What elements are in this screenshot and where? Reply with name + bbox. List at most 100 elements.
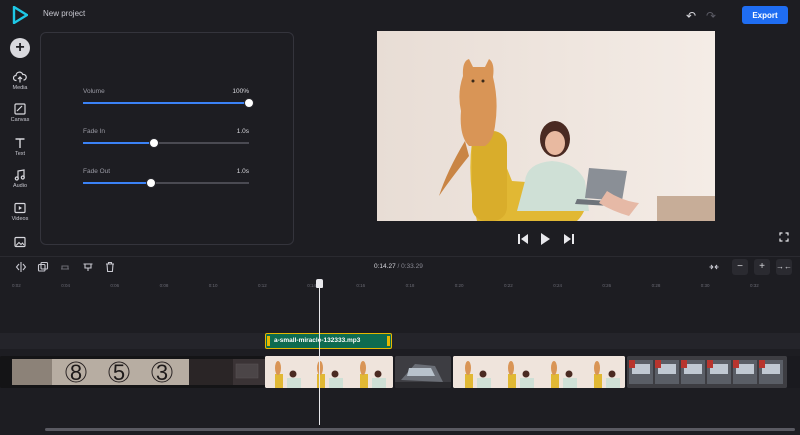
cloud-upload-icon xyxy=(13,71,27,83)
sidebar-item-media[interactable]: Media xyxy=(0,70,40,91)
sidebar-item-label: Canvas xyxy=(10,117,30,123)
sidebar-item-label: Text xyxy=(14,151,26,157)
preview-frame xyxy=(377,31,715,221)
thumbnail xyxy=(453,356,496,388)
timeline-tracks: a-small-miracle-132333.mp3 8 5 3 xyxy=(0,293,800,435)
thumbnail xyxy=(759,360,783,384)
sidebar-item-canvas[interactable]: Canvas xyxy=(0,102,40,123)
undo-icon[interactable]: ↶ xyxy=(686,9,696,23)
ruler-tick-label: 0:30 xyxy=(700,283,710,288)
volume-slider-handle[interactable] xyxy=(244,98,254,108)
volume-slider-fill xyxy=(83,102,249,104)
clip-trim-handle-right[interactable] xyxy=(387,336,390,346)
current-time: 0:14.27 xyxy=(374,263,396,270)
play-icon[interactable] xyxy=(539,232,551,246)
skip-back-icon[interactable] xyxy=(517,232,529,246)
sidebar-item-text[interactable]: Text xyxy=(0,136,40,157)
clip-trim-handle-left[interactable] xyxy=(267,336,270,346)
export-button[interactable]: Export xyxy=(742,6,788,24)
countdown-thumbnails: 8 5 3 xyxy=(12,359,265,385)
audio-settings-panel: Volume 100% Fade In 1.0s Fade Out 1.0s xyxy=(40,32,294,245)
timecode: 0:14.27 / 0:33.29 xyxy=(374,263,423,270)
volume-value: 100% xyxy=(232,88,249,95)
video-icon xyxy=(14,202,26,214)
video-preview[interactable] xyxy=(377,31,715,221)
fade-in-label: Fade In xyxy=(83,128,106,135)
sidebar-item-videos[interactable]: Videos xyxy=(0,201,40,222)
fade-in-slider-handle[interactable] xyxy=(149,138,160,148)
sidebar: + Media Canvas Text Audio Videos xyxy=(0,30,40,255)
sidebar-item-label: Media xyxy=(12,85,28,91)
add-media-button[interactable]: + xyxy=(10,38,30,58)
volume-slider-track[interactable] xyxy=(83,98,254,108)
total-time: 0:33.29 xyxy=(401,263,423,270)
video-clip-woman-with-cat-2[interactable] xyxy=(453,356,625,388)
cat-body xyxy=(459,59,497,146)
fade-in-slider-track[interactable] xyxy=(83,138,249,148)
ruler-tick-label: 0:04 xyxy=(61,283,70,288)
zoom-fit-button[interactable]: →← xyxy=(776,259,792,275)
timeline-scrollbar[interactable] xyxy=(45,428,795,431)
ruler-tick-label: 0:32 xyxy=(750,283,759,288)
top-bar: New project ↶ ↷ Export xyxy=(0,0,800,30)
trash-icon[interactable] xyxy=(104,261,116,273)
fade-in-slider-fill xyxy=(83,142,155,144)
zoom-in-button[interactable]: + xyxy=(754,259,770,275)
side-table xyxy=(657,196,715,221)
thumbnail xyxy=(350,356,393,388)
audio-clip-filename: a-small-miracle-132333.mp3 xyxy=(274,337,361,344)
sidebar-item-images[interactable] xyxy=(0,235,40,249)
thumbnail xyxy=(496,356,539,388)
ruler-tick-label: 0:26 xyxy=(602,283,612,288)
canvas-icon xyxy=(14,103,26,115)
fade-out-slider-track[interactable] xyxy=(83,178,249,188)
ruler-tick-label: 0:14 xyxy=(307,283,316,288)
thumbnail xyxy=(265,356,307,388)
countdown-digit: 8 xyxy=(70,360,82,385)
trim-icon[interactable] xyxy=(59,261,71,273)
thumbnail xyxy=(539,356,582,388)
thumbnail xyxy=(655,360,679,384)
sidebar-item-audio[interactable]: Audio xyxy=(0,168,40,189)
zoom-out-button[interactable]: − xyxy=(732,259,748,275)
video-clip-woman-with-cat-1[interactable] xyxy=(265,356,393,388)
countdown-digit: 3 xyxy=(156,360,168,385)
thumbnail xyxy=(707,360,731,384)
clip-thumbnails xyxy=(395,356,451,388)
audio-clip[interactable]: a-small-miracle-132333.mp3 xyxy=(265,333,392,349)
ruler-tick-label: 0:28 xyxy=(651,283,661,288)
thumbnail xyxy=(681,360,705,384)
fade-out-value: 1.0s xyxy=(236,168,249,175)
skip-forward-icon[interactable] xyxy=(563,232,575,246)
sidebar-item-label: Videos xyxy=(11,216,29,222)
thumbnail xyxy=(307,356,350,388)
fade-out-label: Fade Out xyxy=(83,168,111,175)
image-icon xyxy=(14,236,26,248)
ruler-tick-label: 0:06 xyxy=(110,283,120,288)
ruler-tick-label: 0:22 xyxy=(504,283,513,288)
ruler-tick-label: 0:08 xyxy=(159,283,169,288)
plus-icon: + xyxy=(15,39,25,56)
duplicate-icon[interactable] xyxy=(37,261,49,273)
split-icon[interactable] xyxy=(15,261,27,273)
playhead[interactable] xyxy=(319,285,320,425)
timeline-ruler[interactable]: 0:02 0:04 0:06 0:08 0:10 0:12 0:14 0:16 0:18 0:20… xyxy=(0,279,800,293)
sidebar-item-label: Audio xyxy=(12,183,28,189)
detach-audio-icon[interactable] xyxy=(82,261,94,273)
audio-track xyxy=(0,333,800,349)
plus-icon: + xyxy=(759,261,765,272)
thumbnail xyxy=(582,356,625,388)
redo-icon[interactable]: ↷ xyxy=(706,9,716,23)
thumbnail xyxy=(733,360,757,384)
project-title[interactable]: New project xyxy=(43,9,85,18)
text-icon xyxy=(15,138,25,148)
video-clip-vehicle-1[interactable] xyxy=(395,356,451,388)
snap-icon[interactable] xyxy=(708,261,720,273)
ruler-tick-label: 0:02 xyxy=(12,283,21,288)
fullscreen-icon[interactable] xyxy=(779,232,789,242)
video-clip-countdown[interactable]: 8 5 3 xyxy=(0,356,265,388)
fade-out-slider-handle[interactable] xyxy=(146,178,157,188)
video-clip-vehicle-2[interactable] xyxy=(627,356,787,388)
app-logo-icon[interactable] xyxy=(12,6,28,24)
fade-in-value: 1.0s xyxy=(236,128,249,135)
